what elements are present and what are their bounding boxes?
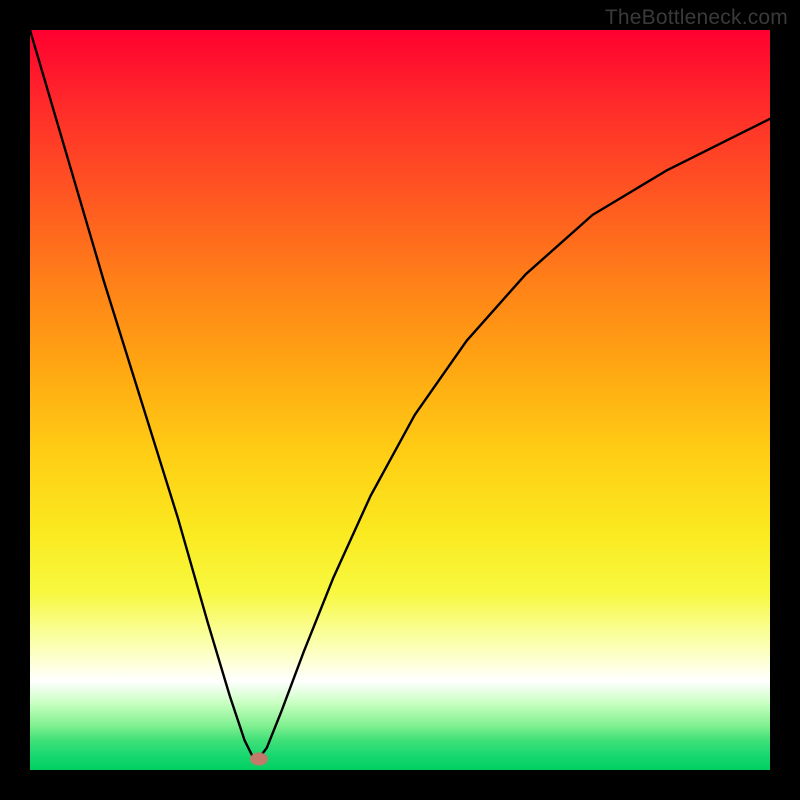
marker-dot (250, 752, 268, 765)
curve-polyline (30, 30, 770, 763)
watermark-text: TheBottleneck.com (605, 6, 788, 30)
plot-area (30, 30, 770, 770)
bottleneck-curve (30, 30, 770, 770)
chart-frame: TheBottleneck.com (0, 0, 800, 800)
